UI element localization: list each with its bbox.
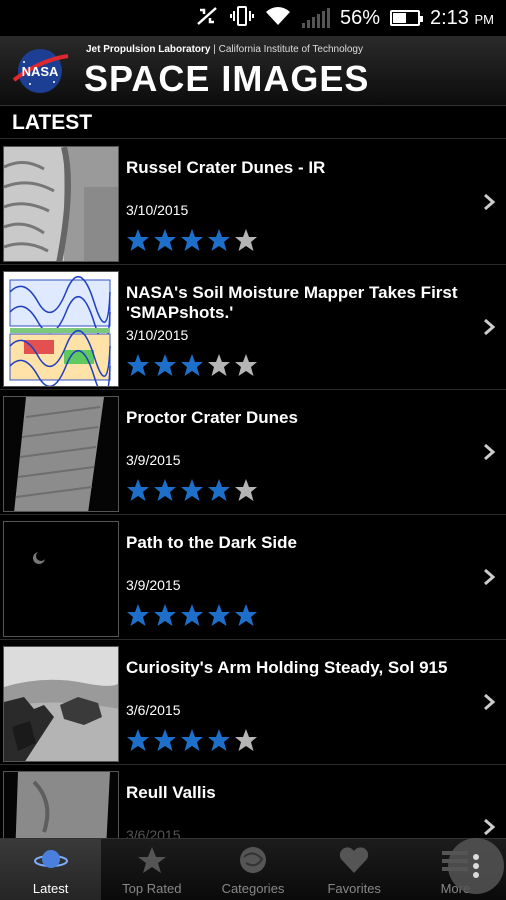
vibrate-icon <box>229 4 254 33</box>
star-filled-icon <box>127 479 149 501</box>
galaxy-icon <box>240 847 266 873</box>
list-item[interactable]: Curiosity's Arm Holding Steady, Sol 915 … <box>0 640 506 765</box>
rating-stars <box>126 728 258 752</box>
star-empty-icon <box>208 354 230 376</box>
list-item[interactable]: Reull Vallis 3/6/2015 <box>0 765 506 838</box>
star-filled-icon <box>181 229 203 251</box>
star-icon <box>137 847 166 873</box>
tab-label: Categories <box>221 881 285 896</box>
battery-icon <box>390 10 423 26</box>
bottom-nav: Latest Top Rated Categories Favorites Mo… <box>0 838 506 900</box>
thumbnail-reull <box>3 771 119 838</box>
list-item[interactable]: Path to the Dark Side 3/9/2015 <box>0 515 506 640</box>
rating-stars <box>126 603 258 627</box>
nfc-icon <box>194 4 220 33</box>
item-title: NASA's Soil Moisture Mapper Takes First … <box>126 283 458 322</box>
star-filled-icon <box>154 354 176 376</box>
rating-stars <box>126 353 258 377</box>
list-item[interactable]: Russel Crater Dunes - IR 3/10/2015 <box>0 140 506 265</box>
star-filled-icon <box>181 729 203 751</box>
star-filled-icon <box>127 604 149 626</box>
star-filled-icon <box>154 604 176 626</box>
tab-label: Latest <box>32 881 69 896</box>
nasa-logo-text: NASA <box>22 64 59 79</box>
item-date: 3/9/2015 <box>126 452 181 468</box>
star-empty-icon <box>235 354 257 376</box>
signal-icon <box>301 8 330 28</box>
app-header: NASA Jet Propulsion Laboratory | Califor… <box>0 36 506 106</box>
list-item[interactable]: Proctor Crater Dunes 3/9/2015 <box>0 390 506 515</box>
item-date: 3/9/2015 <box>126 577 181 593</box>
section-label: LATEST <box>12 111 93 134</box>
thumbnail-curiosity <box>3 646 119 762</box>
planet-icon <box>33 850 68 868</box>
organization-line: Jet Propulsion Laboratory | California I… <box>86 44 363 55</box>
star-empty-icon <box>235 729 257 751</box>
chevron-right-icon <box>484 443 496 461</box>
tab-top-rated[interactable]: Top Rated <box>101 839 202 900</box>
status-bar: 56% 2:13 PM <box>0 0 506 36</box>
item-title: Curiosity's Arm Holding Steady, Sol 915 <box>126 658 448 677</box>
item-date: 3/6/2015 <box>126 827 181 838</box>
rating-stars <box>126 478 258 502</box>
star-filled-icon <box>208 729 230 751</box>
rating-stars <box>126 228 258 252</box>
item-title: Proctor Crater Dunes <box>126 408 298 427</box>
tab-favorites[interactable]: Favorites <box>304 839 405 900</box>
star-filled-icon <box>208 229 230 251</box>
star-filled-icon <box>154 729 176 751</box>
chevron-right-icon <box>484 693 496 711</box>
tab-label: Favorites <box>327 881 381 896</box>
tab-categories[interactable]: Categories <box>202 839 303 900</box>
star-empty-icon <box>235 229 257 251</box>
status-time: 2:13 PM <box>430 6 494 29</box>
star-filled-icon <box>154 479 176 501</box>
star-filled-icon <box>235 604 257 626</box>
star-filled-icon <box>127 354 149 376</box>
app-title: SPACE IMAGES <box>84 58 370 99</box>
star-filled-icon <box>127 229 149 251</box>
item-date: 3/10/2015 <box>126 202 189 218</box>
item-title: Russel Crater Dunes - IR <box>126 158 326 177</box>
heart-icon <box>340 847 369 873</box>
thumbnail-dark-side <box>3 521 119 637</box>
overflow-menu-button[interactable] <box>448 838 504 894</box>
star-filled-icon <box>181 604 203 626</box>
chevron-right-icon <box>484 818 496 836</box>
star-filled-icon <box>208 604 230 626</box>
nasa-logo: NASA <box>12 49 69 93</box>
chevron-right-icon <box>484 193 496 211</box>
battery-percent: 56% <box>339 6 380 29</box>
item-title: Path to the Dark Side <box>126 533 297 552</box>
image-list[interactable]: Russel Crater Dunes - IR 3/10/2015 NASA'… <box>0 140 506 838</box>
tab-label: Top Rated <box>122 881 182 896</box>
star-filled-icon <box>208 479 230 501</box>
item-date: 3/6/2015 <box>126 702 181 718</box>
list-item[interactable]: NASA's Soil Moisture Mapper Takes First … <box>0 265 506 390</box>
star-filled-icon <box>181 354 203 376</box>
star-filled-icon <box>181 479 203 501</box>
tab-latest[interactable]: Latest <box>0 839 102 900</box>
star-filled-icon <box>127 729 149 751</box>
star-empty-icon <box>235 479 257 501</box>
wifi-icon <box>264 5 292 32</box>
thumbnail-proctor <box>3 396 119 512</box>
vertical-dots-icon <box>473 851 479 881</box>
section-header: LATEST <box>0 107 506 139</box>
chevron-right-icon <box>484 568 496 586</box>
item-date: 3/10/2015 <box>126 327 189 343</box>
star-filled-icon <box>154 229 176 251</box>
chevron-right-icon <box>484 318 496 336</box>
thumbnail-smap <box>3 271 119 387</box>
item-title: Reull Vallis <box>126 783 216 802</box>
thumbnail-dunes-ir <box>3 146 119 262</box>
